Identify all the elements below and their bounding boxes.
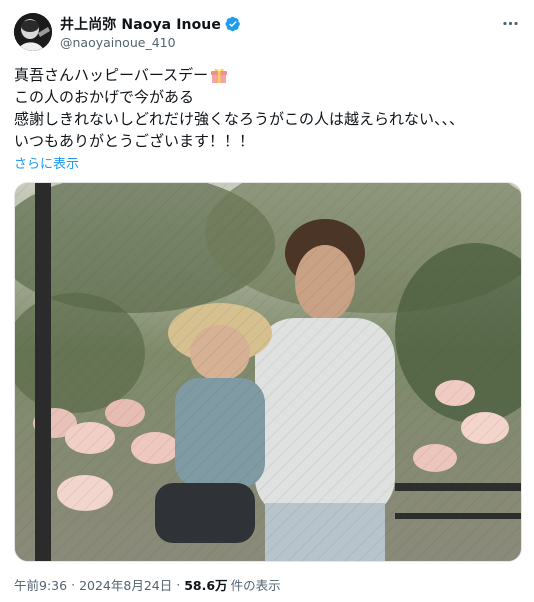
meta-separator: · [176, 577, 181, 592]
tweet-card: 井上尚弥 Naoya Inoue @naoyainoue_410 真吾さんハッピ… [0, 0, 534, 602]
author-avatar[interactable] [14, 13, 52, 51]
tweet-photo[interactable] [14, 182, 522, 562]
tweet-line-text: いつもありがとうございます！！！ [14, 132, 255, 150]
author-handle[interactable]: @naoyainoue_410 [60, 35, 176, 50]
more-options-icon[interactable] [498, 13, 522, 33]
views-label: 件の表示 [230, 578, 281, 593]
tweet-line-text: この人のおかげで今がある [14, 88, 195, 106]
tweet-time[interactable]: 午前9:36 [14, 575, 67, 594]
gift-icon [210, 66, 228, 84]
tweet-date[interactable]: 2024年8月24日 [79, 575, 172, 594]
verified-badge-icon [225, 16, 241, 32]
author-display-name[interactable]: 井上尚弥 Naoya Inoue [60, 14, 221, 34]
meta-separator: · [71, 577, 76, 592]
tweet-text: 真吾さんハッピーバースデー この人のおかげで今がある 感謝しきれないしどれだけ強… [14, 64, 519, 152]
tweet-line-text: 感謝しきれないしどれだけ強くなろうがこの人は越えられない、、、 [14, 110, 465, 128]
views-count: 58.6万 [184, 578, 228, 593]
tweet-line-text: 真吾さんハッピーバースデー [14, 66, 209, 84]
tweet-line: 真吾さんハッピーバースデー [14, 64, 519, 86]
show-more-link[interactable]: さらに表示 [14, 153, 79, 172]
author-name-row[interactable]: 井上尚弥 Naoya Inoue [60, 14, 241, 34]
tweet-line: いつもありがとうございます！！！ [14, 130, 519, 152]
tweet-line: 感謝しきれないしどれだけ強くなろうがこの人は越えられない、、、 [14, 108, 519, 130]
tweet-line: この人のおかげで今がある [14, 86, 519, 108]
tweet-meta: 午前9:36 · 2024年8月24日 · 58.6万 件の表示 [14, 575, 281, 594]
